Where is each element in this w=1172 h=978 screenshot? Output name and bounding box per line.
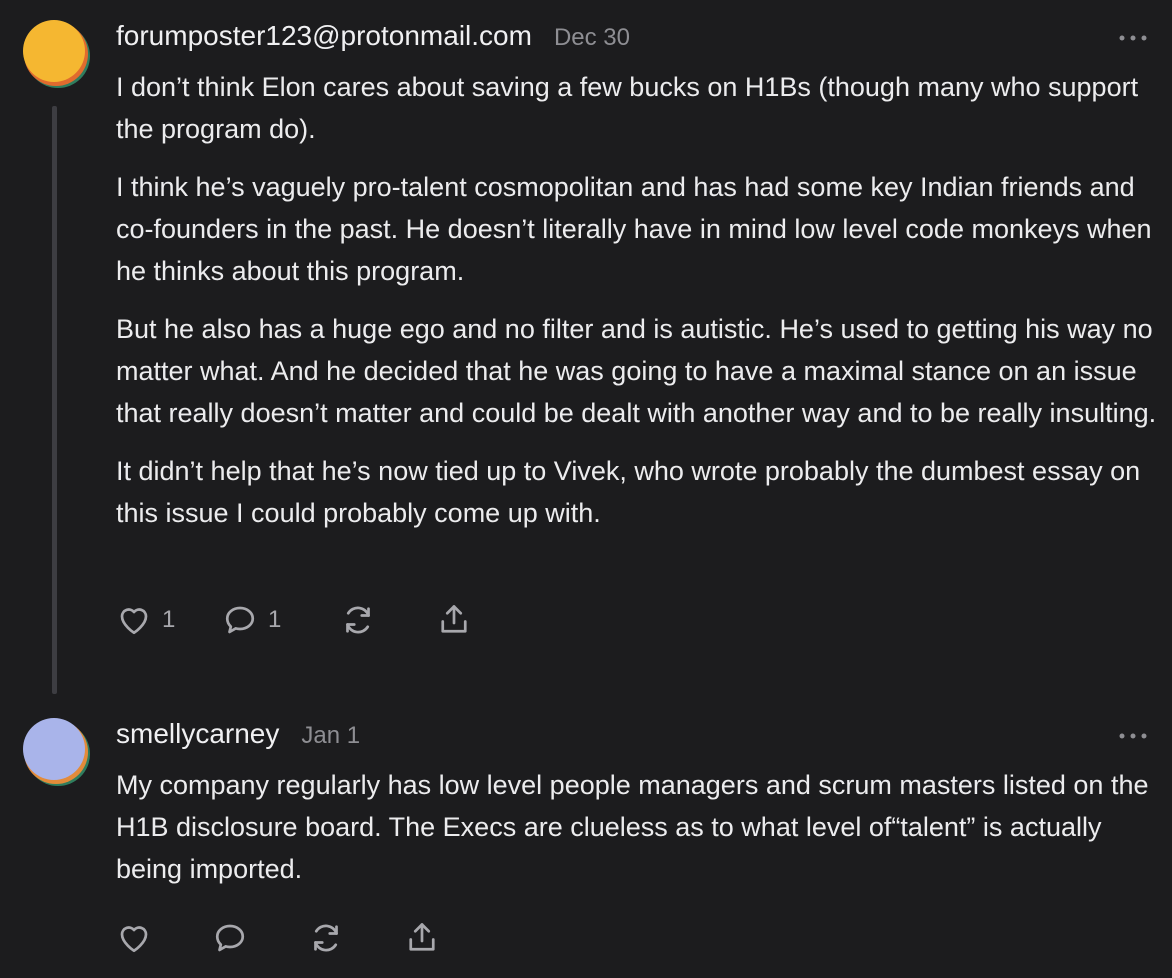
like-button[interactable]: 1 [116, 600, 175, 640]
refresh-arrows-icon [346, 606, 370, 634]
comment: forumposter123@protonmail.com Dec 30 I d… [0, 0, 1172, 700]
thread-line [52, 106, 57, 694]
share-upload-icon [409, 923, 435, 951]
heart-icon [120, 608, 148, 635]
comment-actions: 1 1 [116, 600, 516, 640]
author-name[interactable]: smellycarney [116, 718, 279, 750]
ellipsis-icon[interactable] [1118, 730, 1148, 742]
speech-bubble-icon [225, 606, 255, 634]
refresh-arrows-icon [314, 924, 338, 952]
user-avatar[interactable] [20, 714, 92, 786]
comment-header: smellycarney Jan 1 [116, 718, 360, 750]
comment-paragraph: I think he’s vaguely pro-talent cosmopol… [116, 172, 1152, 286]
comment-body: I don’t think Elon cares about saving a … [116, 66, 1161, 550]
share-button[interactable] [404, 918, 440, 958]
comment-paragraph: It didn’t help that he’s now tied up to … [116, 456, 1141, 528]
restack-button[interactable] [308, 918, 344, 958]
comment-paragraph: But he also has a huge ego and no filter… [116, 314, 1157, 428]
comment-paragraph: I don’t think Elon cares about saving a … [116, 72, 1139, 144]
reply-count: 1 [268, 606, 282, 633]
like-count: 1 [162, 606, 176, 633]
comment-paragraph: My company regularly has low level peopl… [116, 770, 1149, 884]
reply-button[interactable]: 1 [222, 600, 281, 640]
share-upload-icon [441, 605, 467, 633]
comment-header: forumposter123@protonmail.com Dec 30 [116, 20, 630, 52]
like-button[interactable] [116, 918, 152, 958]
comment: smellycarney Jan 1 My company regularly … [0, 700, 1172, 978]
ellipsis-icon[interactable] [1118, 32, 1148, 44]
comment-date[interactable]: Jan 1 [301, 722, 360, 750]
user-avatar[interactable] [20, 16, 92, 88]
restack-button[interactable] [340, 600, 376, 640]
comment-actions [116, 918, 456, 958]
comment-date[interactable]: Dec 30 [554, 24, 630, 52]
author-name[interactable]: forumposter123@protonmail.com [116, 20, 532, 52]
heart-icon [120, 926, 148, 953]
share-button[interactable] [436, 600, 472, 640]
reply-button[interactable] [212, 918, 248, 958]
speech-bubble-icon [215, 924, 245, 952]
comment-body: My company regularly has low level peopl… [116, 764, 1161, 906]
